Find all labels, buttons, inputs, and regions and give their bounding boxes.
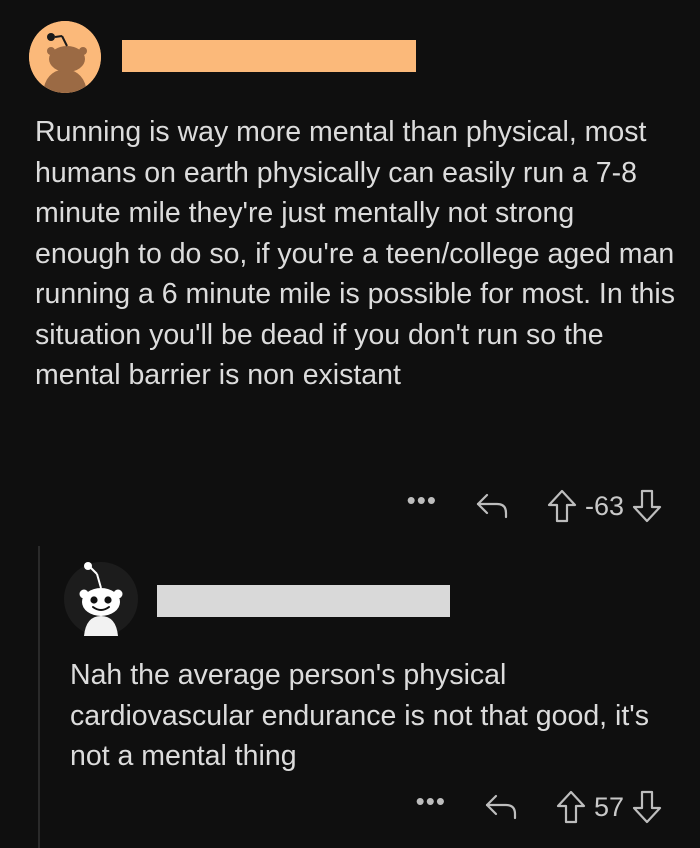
comment-body: Running is way more mental than physical… bbox=[35, 116, 675, 391]
redacted-username[interactable] bbox=[157, 585, 450, 617]
downvote-arrow-icon[interactable] bbox=[632, 789, 662, 825]
comment-actions: ••• -63 bbox=[407, 486, 662, 526]
vote-score: -63 bbox=[584, 490, 624, 521]
upvote-arrow-icon[interactable] bbox=[556, 789, 586, 825]
thread-line[interactable] bbox=[38, 546, 40, 848]
reply-arrow-icon[interactable] bbox=[484, 792, 518, 822]
user-avatar-icon[interactable] bbox=[64, 562, 138, 636]
upvote-arrow-icon[interactable] bbox=[547, 488, 577, 524]
downvote-arrow-icon[interactable] bbox=[632, 488, 662, 524]
vote-score: 57 bbox=[593, 791, 624, 822]
comment-thread: Running is way more mental than physical… bbox=[0, 0, 700, 848]
user-avatar-icon[interactable] bbox=[29, 21, 101, 93]
reply-arrow-icon[interactable] bbox=[475, 491, 509, 521]
redacted-username[interactable] bbox=[122, 40, 416, 72]
more-options-icon[interactable]: ••• bbox=[407, 487, 437, 513]
comment-actions: ••• 57 bbox=[416, 787, 662, 827]
comment-body: Nah the average person's physical cardio… bbox=[70, 659, 649, 772]
more-options-icon[interactable]: ••• bbox=[416, 788, 446, 814]
